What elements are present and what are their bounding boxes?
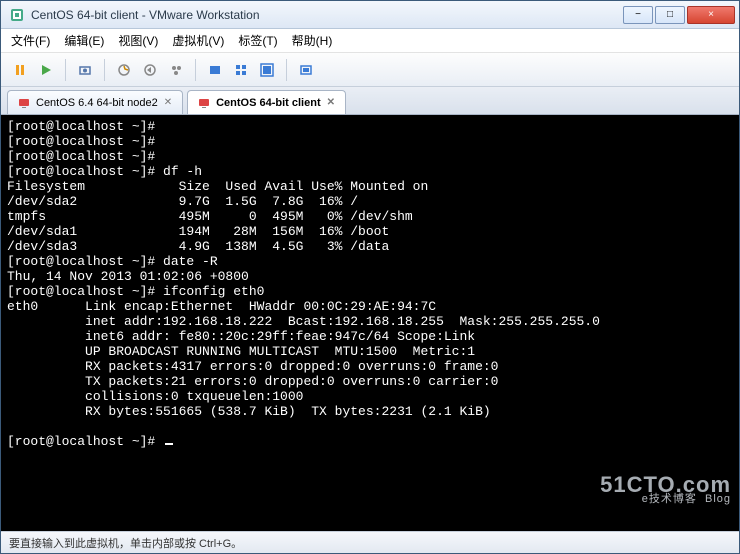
menu-vm[interactable]: 虚拟机(V)	[172, 32, 224, 49]
ifcfg-row: collisions:0 txqueuelen:1000	[7, 389, 303, 404]
df-row: tmpfs 495M 0 495M 0% /dev/shm	[7, 209, 413, 224]
menu-file[interactable]: 文件(F)	[11, 32, 50, 49]
ifcfg-row: UP BROADCAST RUNNING MULTICAST MTU:1500 …	[7, 344, 475, 359]
tab-label: CentOS 64-bit client	[216, 97, 321, 109]
menu-tabs[interactable]: 标签(T)	[238, 32, 277, 49]
snapshot-take-button[interactable]	[113, 59, 135, 81]
cmd-df: df -h	[163, 164, 202, 179]
prompt: [root@localhost ~]#	[7, 434, 163, 449]
ifcfg-row: RX bytes:551665 (538.7 KiB) TX bytes:223…	[7, 404, 491, 419]
tab-close-icon[interactable]: ✕	[327, 97, 335, 108]
tabbar: CentOS 6.4 64-bit node2 ✕ CentOS 64-bit …	[1, 87, 739, 115]
prompt: [root@localhost ~]#	[7, 284, 163, 299]
prompt: [root@localhost ~]#	[7, 254, 163, 269]
toolbar	[1, 53, 739, 87]
df-row: /dev/sda3 4.9G 138M 4.5G 3% /data	[7, 239, 389, 254]
cmd-date: date -R	[163, 254, 218, 269]
cursor	[165, 443, 173, 445]
snapshot-button[interactable]	[74, 59, 96, 81]
minimize-button[interactable]: −	[623, 6, 653, 24]
vmware-icon	[9, 7, 25, 23]
play-button[interactable]	[35, 59, 57, 81]
prompt: [root@localhost ~]#	[7, 164, 163, 179]
menu-help[interactable]: 帮助(H)	[292, 32, 333, 49]
ifcfg-row: RX packets:4317 errors:0 dropped:0 overr…	[7, 359, 498, 374]
menubar: 文件(F) 编辑(E) 视图(V) 虚拟机(V) 标签(T) 帮助(H)	[1, 29, 739, 53]
df-row: /dev/sda1 194M 28M 156M 16% /boot	[7, 224, 389, 239]
menu-view[interactable]: 视图(V)	[118, 32, 158, 49]
watermark: 51CTO.come技术博客 Blog	[600, 477, 731, 507]
ifcfg-row: TX packets:21 errors:0 dropped:0 overrun…	[7, 374, 498, 389]
watermark-sub: e技术博客 Blog	[600, 492, 731, 507]
prompt: [root@localhost ~]#	[7, 119, 163, 134]
snapshot-manager-button[interactable]	[165, 59, 187, 81]
ifcfg-row: inet addr:192.168.18.222 Bcast:192.168.1…	[7, 314, 600, 329]
separator	[65, 59, 66, 81]
status-text: 要直接输入到此虚拟机，单击内部或按 Ctrl+G。	[9, 535, 242, 551]
tab-client[interactable]: CentOS 64-bit client ✕	[187, 90, 346, 114]
separator	[195, 59, 196, 81]
vm-icon	[198, 97, 210, 109]
vm-icon	[18, 97, 30, 109]
prompt: [root@localhost ~]#	[7, 149, 163, 164]
window-controls: − □ ×	[621, 6, 735, 24]
menu-edit[interactable]: 编辑(E)	[64, 32, 104, 49]
titlebar[interactable]: CentOS 64-bit client - VMware Workstatio…	[1, 1, 739, 29]
separator	[286, 59, 287, 81]
tab-node2[interactable]: CentOS 6.4 64-bit node2 ✕	[7, 90, 183, 114]
cmd-ifconfig: ifconfig eth0	[163, 284, 264, 299]
show-console-button[interactable]	[204, 59, 226, 81]
ifcfg-row: inet6 addr: fe80::20c:29ff:feae:947c/64 …	[7, 329, 475, 344]
date-output: Thu, 14 Nov 2013 01:02:06 +0800	[7, 269, 249, 284]
tab-close-icon[interactable]: ✕	[164, 97, 172, 108]
statusbar: 要直接输入到此虚拟机，单击内部或按 Ctrl+G。	[1, 531, 739, 553]
unity-button[interactable]	[295, 59, 317, 81]
watermark-main: 51CTO.com	[600, 472, 731, 497]
window-title: CentOS 64-bit client - VMware Workstatio…	[31, 8, 621, 22]
ifcfg-row: eth0 Link encap:Ethernet HWaddr 00:0C:29…	[7, 299, 436, 314]
pause-button[interactable]	[9, 59, 31, 81]
df-row: /dev/sda2 9.7G 1.5G 7.8G 16% /	[7, 194, 358, 209]
snapshot-revert-button[interactable]	[139, 59, 161, 81]
close-button[interactable]: ×	[687, 6, 735, 24]
thumbnail-button[interactable]	[230, 59, 252, 81]
df-header: Filesystem Size Used Avail Use% Mounted …	[7, 179, 428, 194]
fullscreen-button[interactable]	[256, 59, 278, 81]
prompt: [root@localhost ~]#	[7, 134, 163, 149]
terminal[interactable]: [root@localhost ~]# [root@localhost ~]# …	[1, 115, 739, 531]
tab-label: CentOS 6.4 64-bit node2	[36, 97, 158, 109]
separator	[104, 59, 105, 81]
maximize-button[interactable]: □	[655, 6, 685, 24]
app-window: CentOS 64-bit client - VMware Workstatio…	[0, 0, 740, 554]
